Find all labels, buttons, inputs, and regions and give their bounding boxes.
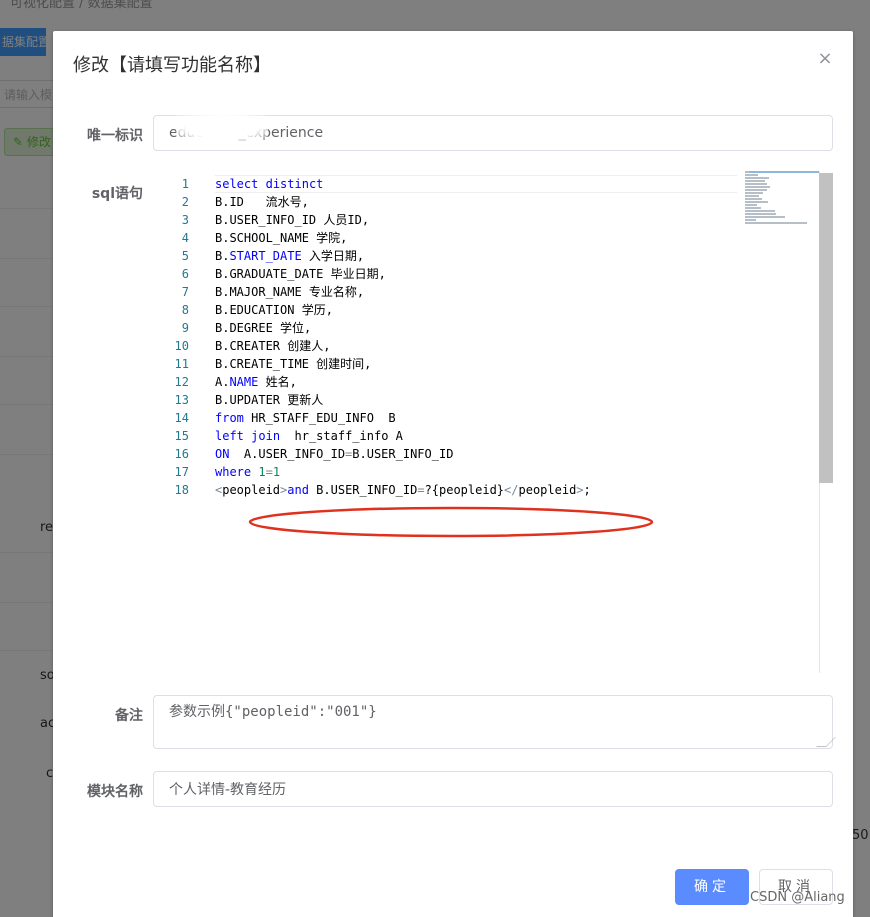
minimap[interactable] — [745, 171, 819, 224]
minimap-line — [745, 198, 762, 200]
minimap-line — [745, 204, 757, 206]
minimap-line — [745, 222, 808, 224]
minimap-line — [745, 183, 767, 185]
line-number: 4 — [181, 231, 189, 245]
code-line[interactable]: B.CREATE_TIME 创建时间, — [215, 355, 745, 373]
code-line[interactable]: from HR_STAFF_EDU_INFO B — [215, 409, 745, 427]
confirm-button[interactable]: 确定 — [675, 869, 749, 905]
line-number: 16 — [174, 447, 189, 461]
line-number: 13 — [174, 393, 189, 407]
line-number: 3 — [181, 213, 189, 227]
minimap-line — [745, 192, 763, 194]
code-line[interactable]: B.SCHOOL_NAME 学院, — [215, 229, 745, 247]
line-number: 1 — [181, 177, 189, 191]
line-numbers: 1 2 3 4 5 6 7 8 9 10 11 12 13 14 15 16 17 18 — [153, 175, 193, 499]
line-number: 6 — [181, 267, 189, 281]
module-input[interactable] — [153, 771, 833, 807]
minimap-line — [745, 213, 777, 215]
code-line[interactable]: select distinct — [215, 175, 745, 193]
line-number: 9 — [181, 321, 189, 335]
minimap-line — [745, 189, 767, 191]
line-number: 5 — [181, 249, 189, 263]
watermark: CSDN @Aliang — [750, 890, 845, 905]
module-label: 模块名称 — [87, 784, 143, 800]
minimap-line — [745, 177, 769, 179]
line-number: 15 — [174, 429, 189, 443]
close-icon[interactable]: × — [815, 49, 835, 69]
code-line[interactable]: ON A.USER_INFO_ID=B.USER_INFO_ID — [215, 445, 745, 463]
code-line[interactable]: where 1=1 — [215, 463, 745, 481]
code-line[interactable]: left join hr_staff_info A — [215, 427, 745, 445]
line-number: 12 — [174, 375, 189, 389]
minimap-line — [745, 180, 766, 182]
code-line[interactable]: B.DEGREE 学位, — [215, 319, 745, 337]
code-line[interactable]: <peopleid>and B.USER_INFO_ID=?{peopleid}… — [215, 481, 745, 499]
code-line[interactable]: B.CREATER 创建人, — [215, 337, 745, 355]
minimap-line — [745, 216, 785, 218]
minimap-line — [745, 210, 775, 212]
line-number: 2 — [181, 195, 189, 209]
minimap-line — [745, 201, 768, 203]
code-line[interactable]: B.START_DATE 入学日期, — [215, 247, 745, 265]
minimap-line — [745, 195, 760, 197]
remark-textarea[interactable]: 参数示例{"peopleid":"001"} — [153, 695, 833, 749]
line-number: 10 — [174, 339, 189, 353]
line-number: 18 — [174, 483, 189, 497]
line-number: 8 — [181, 303, 189, 317]
dialog-title: 修改【请填写功能名称】 — [73, 55, 271, 76]
highlight-circle — [248, 506, 654, 538]
edit-dialog: 修改【请填写功能名称】 × 唯一标识 sql语句 123456789101112… — [53, 31, 853, 917]
code-line[interactable]: B.GRADUATE_DATE 毕业日期, — [215, 265, 745, 283]
scrollbar-thumb[interactable] — [819, 173, 833, 483]
line-number: 11 — [174, 357, 189, 371]
code-line[interactable]: B.USER_INFO_ID 人员ID, — [215, 211, 745, 229]
id-label: 唯一标识 — [87, 128, 143, 144]
minimap-line — [745, 186, 771, 188]
line-number: 14 — [174, 411, 189, 425]
sql-editor[interactable]: 1 2 3 4 5 6 7 8 9 10 11 12 13 14 15 16 17 18 select disti… — [153, 171, 833, 673]
code-line[interactable]: A.NAME 姓名, — [215, 373, 745, 391]
remark-label: 备注 — [115, 708, 143, 724]
code-line[interactable]: B.ID 流水号, — [215, 193, 745, 211]
redaction-blur — [176, 113, 268, 141]
code-line[interactable]: B.UPDATER 更新人 — [215, 391, 745, 409]
line-number: 7 — [181, 285, 189, 299]
minimap-line — [745, 207, 761, 209]
code-line[interactable]: B.MAJOR_NAME 专业名称, — [215, 283, 745, 301]
line-number: 17 — [174, 465, 189, 479]
code-line[interactable]: B.EDUCATION 学历, — [215, 301, 745, 319]
sql-label: sql语句 — [91, 186, 143, 202]
code-area[interactable]: select distinct B.ID 流水号, B.USER_INFO_ID 人… — [215, 175, 745, 499]
minimap-line — [745, 219, 756, 221]
minimap-line — [745, 174, 759, 176]
